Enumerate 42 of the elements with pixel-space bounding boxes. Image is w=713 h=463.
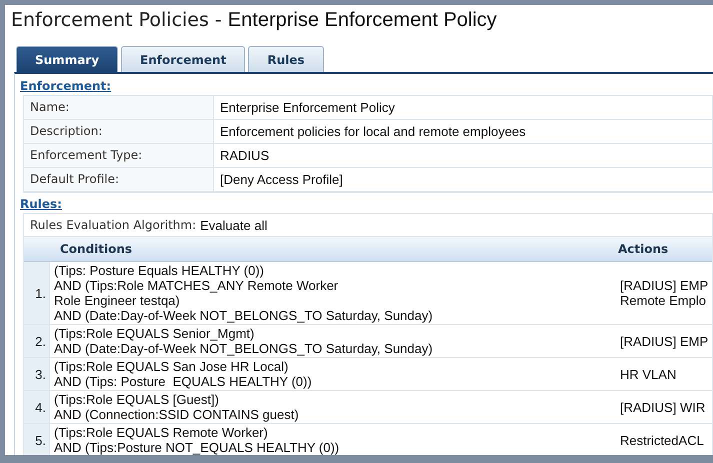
field-value: [Deny Access Profile] (214, 168, 712, 192)
tab[interactable]: Rules (248, 46, 324, 72)
policy-title: Enterprise Enforcement Policy (228, 9, 497, 32)
field-value: RADIUS (214, 144, 712, 168)
action-text: [RADIUS] EMP (620, 278, 708, 293)
field-label: Rules Evaluation Algorithm: (30, 218, 196, 232)
condition-text: (Tips:Role EQUALS Senior_Mgmt) (54, 326, 256, 341)
condition-text: (Tips:Role EQUALS [Guest]) (54, 392, 220, 407)
section-heading[interactable]: Rules: (20, 197, 62, 211)
section-heading[interactable]: Enforcement: (20, 79, 112, 93)
action-text: HR VLAN (620, 366, 678, 382)
column-header: Conditions (50, 237, 616, 262)
field-value: Enterprise Enforcement Policy (214, 96, 712, 120)
field-value: Evaluate all (200, 218, 268, 232)
action-text: [RADIUS] EMP (620, 334, 708, 348)
condition-text: AND (Date:Day-of-Week NOT_BELONGS_TO Saturday, Sunday) (54, 308, 434, 323)
action-text: Remote Emplo (620, 293, 707, 308)
condition-text: (Tips: Posture Equals HEALTHY (0)) (54, 263, 265, 278)
condition-text: (Tips:Role EQUALS Remote Worker) (54, 425, 269, 440)
condition-text: AND (Date:Day-of-Week NOT_BELONGS_TO Saturday, Sunday) (54, 341, 434, 356)
field-label: Name: (24, 96, 214, 120)
tab[interactable]: Summary (16, 46, 118, 72)
condition-text: AND (Tips: Posture EQUALS HEALTHY (0)) (54, 374, 313, 389)
field-label: Enforcement Type: (24, 144, 214, 168)
condition-text: (Tips:Role EQUALS San Jose HR Local) (54, 359, 290, 374)
field-label: Default Profile: (24, 168, 214, 192)
column-header: Actions (616, 237, 712, 262)
condition-text: AND (Tips:Role MATCHES_ANY Remote Worker (54, 278, 340, 293)
action-text: [RADIUS] WIR (620, 400, 706, 414)
page-title: Enforcement Policies - (11, 9, 222, 31)
condition-text: Role Engineer testqa) (54, 293, 181, 308)
rule-number: 4. (24, 391, 50, 424)
field-value: Enforcement policies for local and remote employees (214, 120, 712, 144)
rule-number: 3. (24, 358, 50, 391)
condition-text: AND (Tips:Posture NOT_EQUALS HEALTHY (0)) (54, 440, 340, 455)
rule-number: 5. (24, 424, 50, 455)
action-text: RestrictedACL (620, 432, 705, 448)
tab[interactable]: Enforcement (121, 46, 246, 72)
rule-number: 1. (24, 262, 50, 325)
condition-text: AND (Connection:SSID CONTAINS guest) (54, 407, 300, 422)
field-label: Description: (24, 120, 214, 144)
rule-number: 2. (24, 325, 50, 358)
